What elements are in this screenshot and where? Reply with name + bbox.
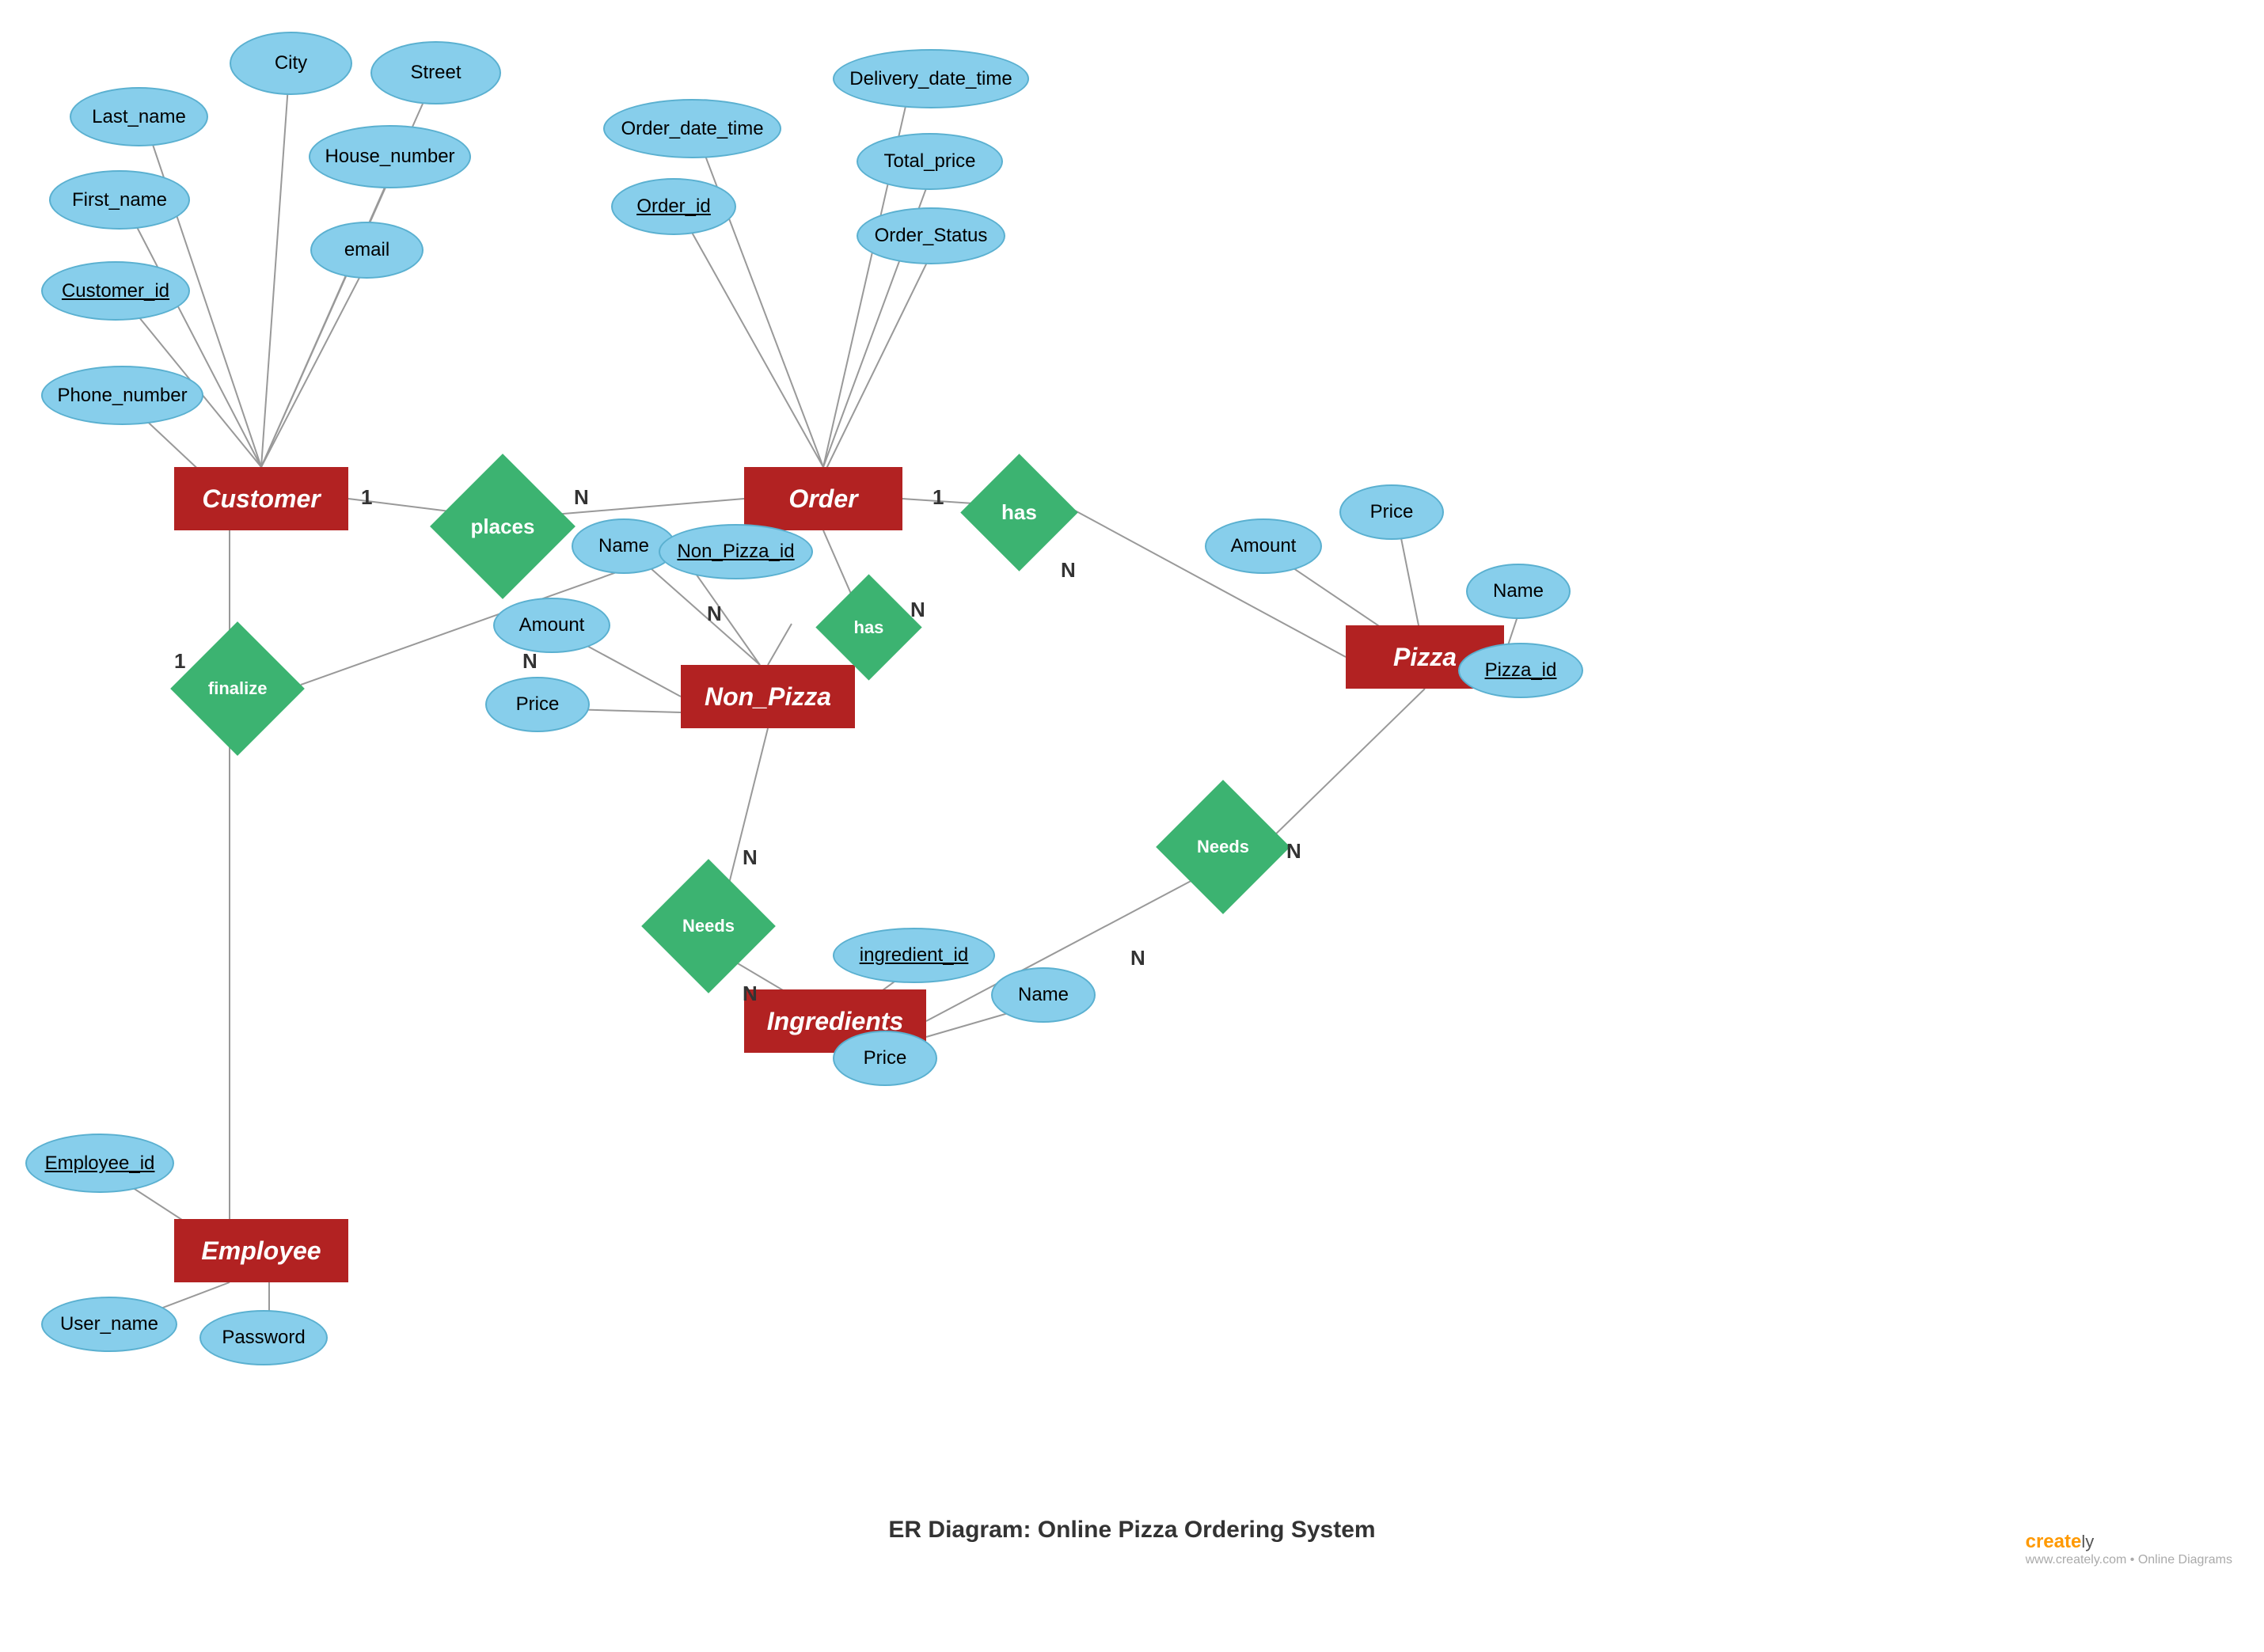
cardinality-6: N [1061,558,1076,583]
entity-order: Order [744,467,902,530]
cardinality-11: N [1286,839,1301,864]
entity-employee: Employee [174,1219,348,1282]
attr-nonpizza-amount: Amount [493,598,610,653]
cardinality-4: N [522,649,538,674]
entity-non-pizza: Non_Pizza [681,665,855,728]
relationship-needs-pizza: Needs [1156,780,1290,914]
attr-order-status: Order_Status [857,207,1005,264]
cardinality-9: N [743,845,758,870]
attr-phone-number: Phone_number [41,366,203,425]
attr-ingredient-id: ingredient_id [833,928,995,983]
cardinality-5: 1 [933,485,944,510]
attr-order-id: Order_id [611,178,736,235]
relationship-places: places [430,454,575,599]
attr-total-price: Total_price [857,133,1003,190]
attr-user-name: User_name [41,1297,177,1352]
attr-ingredient-price: Price [833,1031,937,1086]
relationship-needs-nonpizza: Needs [641,859,776,993]
attr-city: City [230,32,352,95]
attr-pizza-id: Pizza_id [1458,643,1583,698]
attr-pizza-amount: Amount [1205,518,1322,574]
attr-last-name: Last_name [70,87,208,146]
relationship-has-order-pizza: has [960,454,1077,571]
attr-first-name: First_name [49,170,190,230]
attr-order-date-time: Order_date_time [603,99,781,158]
attr-email: email [310,222,424,279]
attr-house-number: House_number [309,125,471,188]
attr-nonpizza-id: Non_Pizza_id [659,524,813,579]
cardinality-7: N [707,602,722,626]
cardinality-3: 1 [174,649,185,674]
attr-delivery-date-time: Delivery_date_time [833,49,1029,108]
attr-customer-id: Customer_id [41,261,190,321]
entity-customer: Customer [174,467,348,530]
cardinality-10: N [743,982,758,1006]
cardinality-8: N [910,598,925,622]
attr-nonpizza-price: Price [485,677,590,732]
attr-ingredient-name: Name [991,967,1096,1023]
cardinality-2: N [574,485,589,510]
attr-pizza-name: Name [1466,564,1571,619]
attr-password: Password [199,1310,328,1365]
relationship-finalize: finalize [170,621,305,756]
attr-street: Street [370,41,501,104]
attr-pizza-price: Price [1339,484,1444,540]
diagram-container: Customer Order Pizza Non_Pizza Employee … [0,0,2264,1583]
attr-employee-id: Employee_id [25,1134,174,1193]
cardinality-12: N [1130,946,1145,970]
cardinality-1: 1 [361,485,372,510]
creately-logo: creately www.creately.com • Online Diagr… [2026,1531,2232,1567]
footer-title: ER Diagram: Online Pizza Ordering System [888,1517,1375,1544]
